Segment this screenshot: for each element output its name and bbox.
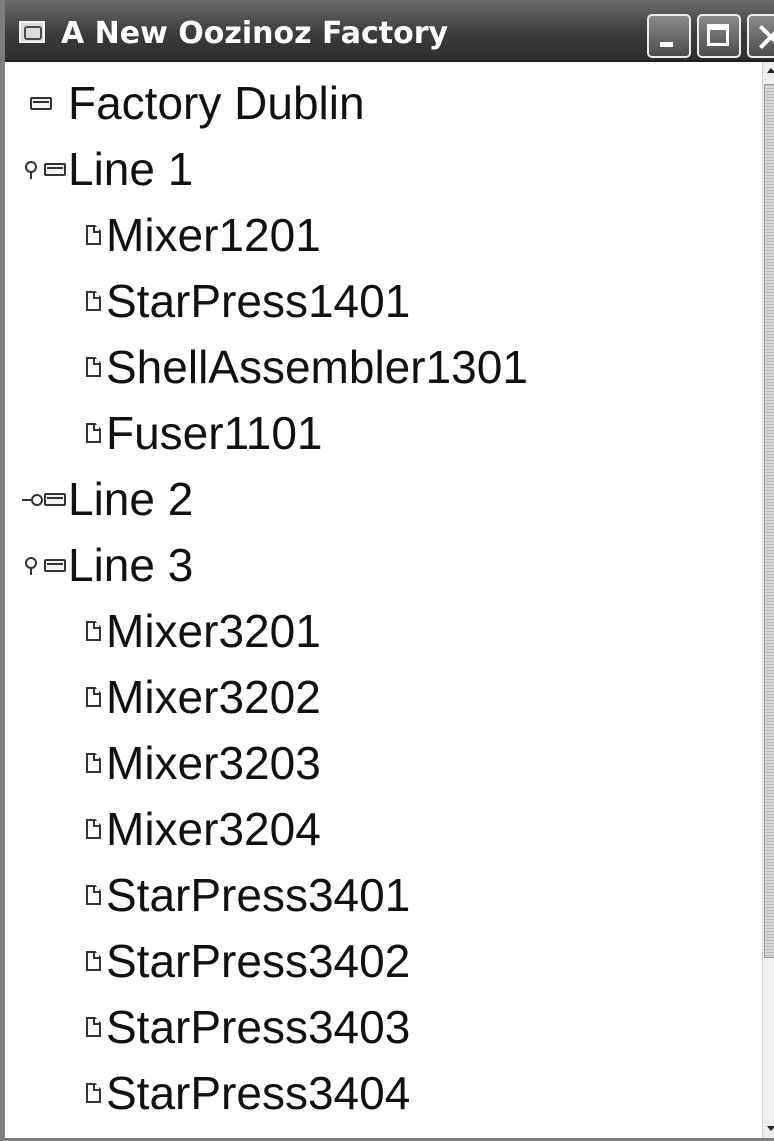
tree-root-node[interactable]: Factory Dublin	[30, 70, 365, 136]
tree-node-label: Line 2	[68, 473, 194, 525]
tree-handle-expanded-icon[interactable]	[22, 555, 40, 575]
tree-leaf-node[interactable]: Mixer3204	[86, 796, 321, 862]
document-icon	[86, 951, 101, 971]
document-icon	[86, 885, 101, 905]
close-button[interactable]	[747, 14, 774, 58]
tree-leaf-node[interactable]: Mixer3201	[86, 598, 321, 664]
maximize-button[interactable]	[697, 14, 741, 58]
tree-node-label: StarPress1401	[106, 275, 411, 327]
folder-icon	[44, 492, 66, 506]
document-icon	[86, 819, 101, 839]
tree-leaf-node[interactable]: Mixer1201	[86, 202, 321, 268]
scroll-down-arrow-icon[interactable]	[763, 1120, 774, 1138]
tree-line-node[interactable]: Line 1	[22, 136, 193, 202]
document-icon	[86, 291, 101, 311]
tree-node-label: Mixer1201	[106, 209, 321, 261]
tree-handle-expanded-icon[interactable]	[22, 159, 40, 179]
tree-node-label: Line 3	[68, 539, 194, 591]
document-icon	[86, 621, 101, 641]
document-icon	[86, 423, 101, 443]
window-title: A New Oozinoz Factory	[61, 16, 449, 51]
vertical-scrollbar[interactable]	[762, 62, 774, 1138]
document-icon	[86, 753, 101, 773]
document-icon	[86, 1083, 101, 1103]
tree-node-label: Line 1	[68, 143, 194, 195]
folder-icon	[30, 96, 52, 110]
tree-node-label: StarPress3402	[106, 935, 411, 987]
tree-leaf-node[interactable]: StarPress3402	[86, 928, 410, 994]
scrollbar-thumb[interactable]	[764, 84, 774, 958]
tree-line-node[interactable]: Line 3	[22, 532, 193, 598]
document-icon	[86, 225, 101, 245]
document-icon	[86, 687, 101, 707]
tree-node-label: ShellAssembler1301	[106, 341, 528, 393]
tree-node-label: Fuser1101	[106, 407, 323, 459]
tree-leaf-node[interactable]: StarPress3404	[86, 1060, 410, 1126]
title-bar[interactable]: A New Oozinoz Factory	[5, 0, 774, 62]
tree-line-node[interactable]: Line 2	[22, 466, 193, 532]
minimize-button[interactable]	[647, 14, 691, 58]
tree-node-label: Mixer3201	[106, 605, 321, 657]
tree-leaf-node[interactable]: StarPress1401	[86, 268, 410, 334]
tree-node-label: Factory Dublin	[68, 77, 365, 129]
app-window: A New Oozinoz Factory Factory Dublin Lin…	[0, 0, 774, 1141]
scroll-up-arrow-icon[interactable]	[763, 62, 774, 80]
app-window-icon[interactable]	[19, 21, 45, 43]
folder-icon	[44, 162, 66, 176]
factory-tree[interactable]: Factory Dublin Line 1 Mixer1201 StarPress1…	[10, 62, 762, 1138]
document-icon	[86, 1017, 101, 1037]
folder-icon	[44, 558, 66, 572]
tree-node-label: StarPress3403	[106, 1001, 411, 1053]
tree-leaf-node[interactable]: StarPress3403	[86, 994, 410, 1060]
tree-leaf-node[interactable]: Fuser1101	[86, 400, 323, 466]
tree-node-label: StarPress3401	[106, 869, 411, 921]
tree-node-label: Mixer3202	[106, 671, 321, 723]
tree-node-label: Mixer3203	[106, 737, 321, 789]
tree-leaf-node[interactable]: Mixer3202	[86, 664, 321, 730]
tree-node-label: StarPress3404	[106, 1067, 411, 1119]
tree-leaf-node[interactable]: Mixer3203	[86, 730, 321, 796]
document-icon	[86, 357, 101, 377]
tree-leaf-node[interactable]: StarPress3401	[86, 862, 410, 928]
tree-handle-collapsed-icon[interactable]	[22, 489, 43, 509]
tree-node-label: Mixer3204	[106, 803, 321, 855]
tree-leaf-node[interactable]: ShellAssembler1301	[86, 334, 528, 400]
